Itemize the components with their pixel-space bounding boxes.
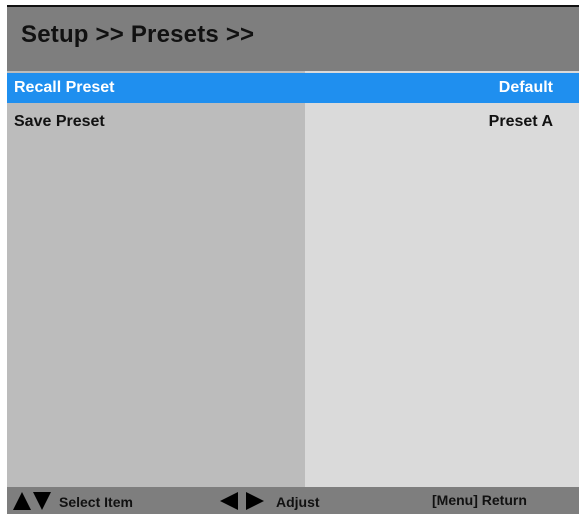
hint-return: [Menu] Return: [432, 492, 527, 508]
menu-body: Recall Preset Default Save Preset Preset…: [7, 71, 579, 487]
header-bar: Setup >> Presets >>: [7, 7, 579, 71]
footer-hint-bar: Select Item Adjust [Menu] Return: [7, 487, 579, 514]
left-right-arrow-icon: [220, 492, 264, 510]
up-down-arrow-icon: [13, 492, 51, 510]
hint-select-item: Select Item: [13, 492, 133, 510]
menu-item-label: Recall Preset: [14, 79, 115, 96]
menu-item-save-preset[interactable]: Save Preset Preset A: [7, 107, 579, 137]
page-title: Setup >> Presets >>: [21, 21, 255, 48]
osd-menu-window: Setup >> Presets >> Recall Preset Defaul…: [7, 5, 579, 514]
menu-item-value: Default: [498, 79, 553, 96]
hint-return-label: [Menu] Return: [432, 492, 527, 508]
menu-item-value: Preset A: [488, 113, 553, 130]
hint-select-label: Select Item: [59, 494, 133, 510]
menu-item-recall-preset[interactable]: Recall Preset Default: [7, 73, 579, 103]
menu-item-label: Save Preset: [14, 113, 105, 130]
hint-adjust: Adjust: [220, 492, 320, 510]
hint-adjust-label: Adjust: [276, 494, 320, 510]
